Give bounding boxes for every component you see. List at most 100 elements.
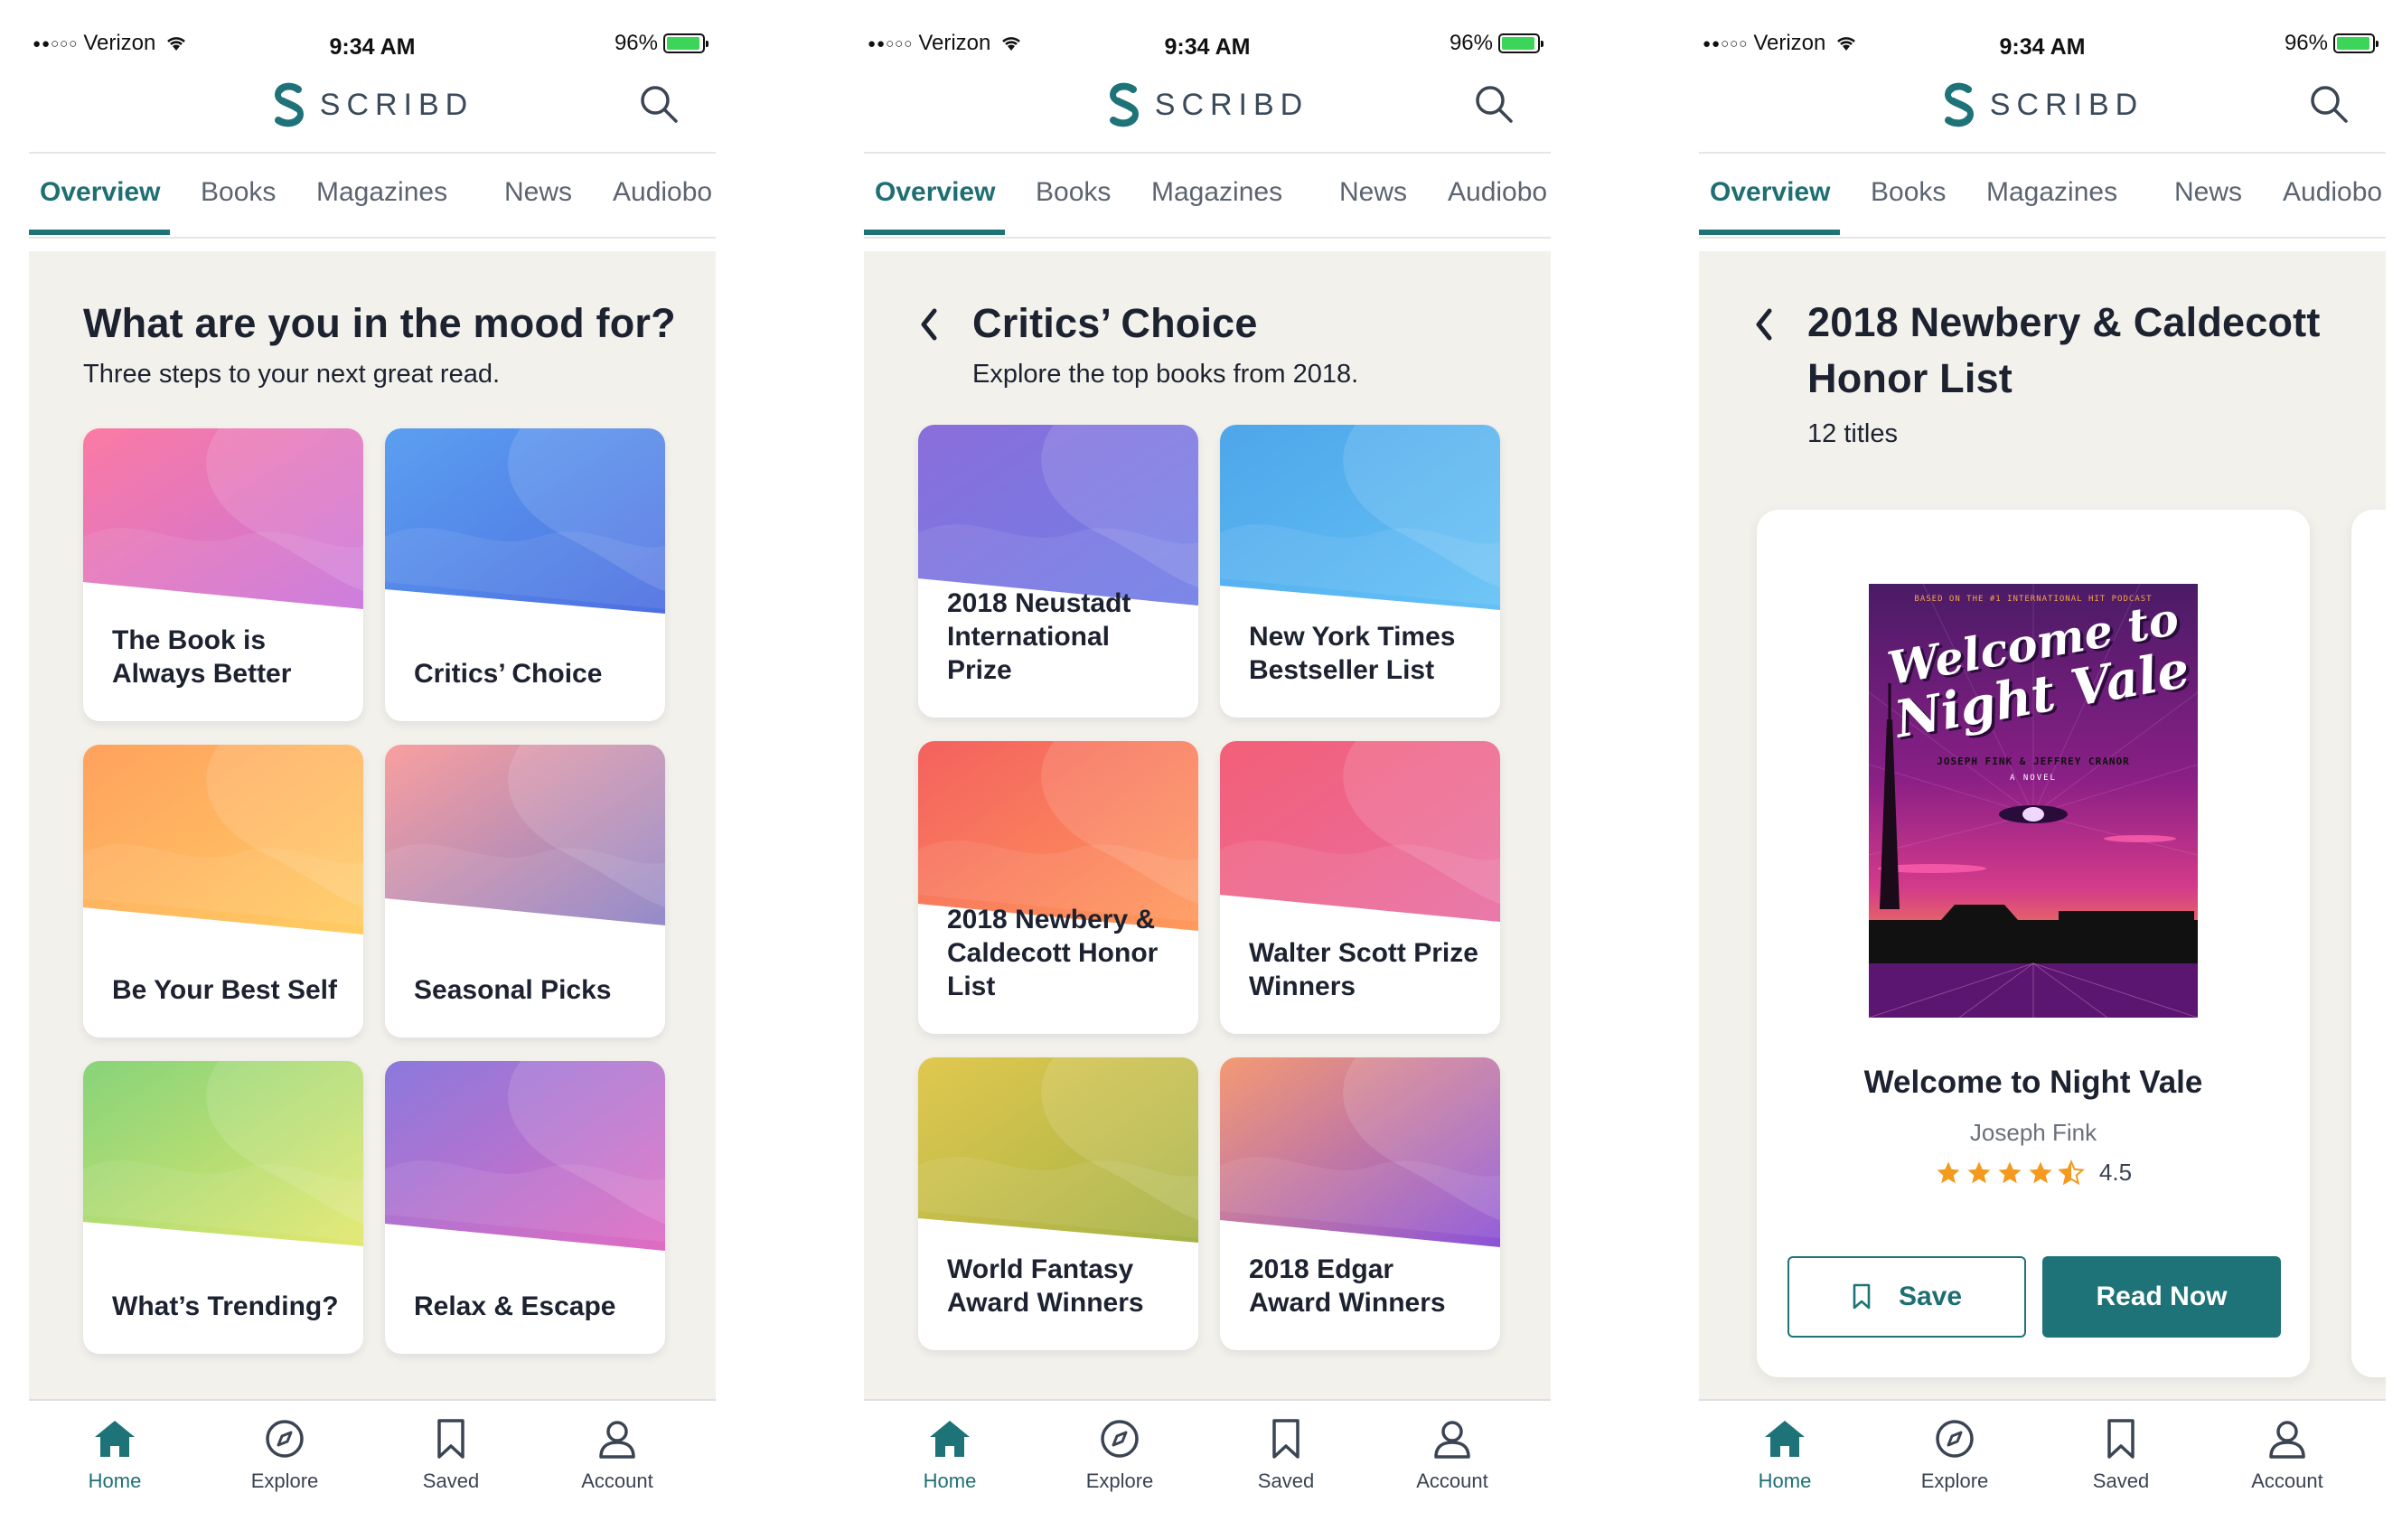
book-author[interactable]: Joseph Fink [1757, 1119, 2310, 1147]
nav-home[interactable]: Home [891, 1417, 1009, 1493]
bottom-nav: Home Explore Saved Account [1699, 1401, 2386, 1540]
category-card[interactable]: 2018 Newbery & Caldecott Honor List [918, 741, 1198, 1034]
nav-home[interactable]: Home [56, 1417, 174, 1493]
tab-bar: Overview Books Magazines News Audiobo [864, 154, 1551, 239]
card-label: New York Times Bestseller List [1249, 622, 1456, 685]
search-button[interactable] [634, 80, 683, 128]
book-cover[interactable]: BASED ON THE #1 INTERNATIONAL HIT PODCAS… [1869, 584, 2198, 1018]
category-card[interactable]: Relax & Escape [385, 1061, 665, 1354]
tab-overview[interactable]: Overview [40, 177, 160, 208]
page-title: Critics’ Choice [972, 300, 1258, 346]
tab-audiobooks[interactable]: Audiobo [1448, 177, 1547, 208]
nav-home[interactable]: Home [1726, 1417, 1844, 1493]
tab-books[interactable]: Books [1871, 177, 1946, 208]
tab-magazines[interactable]: Magazines [316, 177, 447, 208]
tab-bar: Overview Books Magazines News Audiobo [1699, 154, 2386, 239]
book-title[interactable]: Welcome to Night Vale [1757, 1065, 2310, 1101]
scribd-logo[interactable]: SCRIBD [29, 80, 716, 130]
nav-account[interactable]: Account [1393, 1417, 1511, 1493]
bookmark-icon [1272, 1419, 1300, 1459]
category-card[interactable]: Seasonal Picks [385, 745, 665, 1038]
card-label: Critics’ Choice [414, 659, 603, 689]
nav-explore[interactable]: Explore [226, 1417, 343, 1493]
category-card[interactable]: Be Your Best Self [83, 745, 363, 1038]
nav-home-label: Home [88, 1470, 142, 1492]
search-button[interactable] [2304, 80, 2353, 128]
nav-explore-label: Explore [1085, 1470, 1154, 1492]
battery-indicator: 96% [1450, 31, 1543, 56]
nav-saved[interactable]: Saved [392, 1417, 510, 1493]
star-full-icon [1967, 1161, 1991, 1183]
battery-icon [663, 33, 708, 53]
tab-magazines[interactable]: Magazines [1151, 177, 1282, 208]
card-label: Be Your Best Self [112, 975, 337, 1005]
compass-icon [1101, 1420, 1139, 1458]
category-card[interactable]: What’s Trending? [83, 1061, 363, 1354]
card-label: 2018 Neustadt International Prize [947, 588, 1131, 685]
save-button[interactable]: Save [1787, 1256, 2026, 1338]
page-title: 2018 Newbery & Caldecott Honor List [1807, 295, 2321, 407]
tab-overview[interactable]: Overview [1710, 177, 1830, 208]
nav-explore[interactable]: Explore [1061, 1417, 1178, 1493]
category-card[interactable]: World Fantasy Award Winners [918, 1057, 1198, 1350]
tab-books[interactable]: Books [201, 177, 276, 208]
category-card[interactable]: 2018 Neustadt International Prize [918, 425, 1198, 718]
card-label: 2018 Newbery & Caldecott Honor List [947, 905, 1159, 1001]
card-artwork [385, 1061, 665, 1251]
category-card[interactable]: 2018 Edgar Award Winners [1220, 1057, 1500, 1350]
category-card[interactable]: New York Times Bestseller List [1220, 425, 1500, 718]
card-artwork [83, 745, 363, 934]
scribd-logo[interactable]: SCRIBD [864, 80, 1551, 130]
status-bar: ●●○○○ Verizon 9:34 AM 96% [29, 0, 716, 81]
cover-authors: JOSEPH FINK & JEFFREY CRANOR [1937, 756, 2130, 767]
card-artwork [1220, 425, 1500, 610]
scribd-s-icon [274, 82, 304, 127]
brand-name: SCRIBD [1154, 87, 1309, 122]
nav-explore[interactable]: Explore [1896, 1417, 2013, 1493]
page-subtitle: Three steps to your next great read. [83, 360, 501, 389]
tab-news[interactable]: News [1339, 177, 1407, 208]
page-title-line2: Honor List [1807, 355, 2013, 401]
back-chevron-icon[interactable] [915, 304, 942, 345]
nav-saved-label: Saved [1257, 1470, 1315, 1492]
read-now-button[interactable]: Read Now [2042, 1256, 2281, 1338]
scribd-logo[interactable]: SCRIBD [1699, 80, 2386, 130]
nav-account[interactable]: Account [2228, 1417, 2346, 1493]
nav-saved[interactable]: Saved [1227, 1417, 1345, 1493]
tab-news[interactable]: News [2174, 177, 2242, 208]
tab-divider [864, 237, 1551, 239]
card-label: 2018 Edgar Award Winners [1249, 1254, 1446, 1318]
nav-account[interactable]: Account [558, 1417, 676, 1493]
search-icon [1476, 86, 1513, 123]
rating-value: 4.5 [2098, 1159, 2133, 1186]
tab-magazines[interactable]: Magazines [1986, 177, 2117, 208]
tab-overview[interactable]: Overview [875, 177, 995, 208]
category-card[interactable]: Critics’ Choice [385, 428, 665, 721]
nav-saved[interactable]: Saved [2062, 1417, 2180, 1493]
tab-news[interactable]: News [504, 177, 572, 208]
battery-percent: 96% [614, 31, 658, 55]
search-icon [641, 86, 678, 123]
card-artwork [385, 745, 665, 925]
category-card[interactable]: Walter Scott Prize Winners [1220, 741, 1500, 1034]
next-book-card[interactable] [2351, 510, 2386, 1377]
card-label: Seasonal Picks [414, 975, 612, 1005]
page-subtitle: Explore the top books from 2018. [972, 360, 1359, 389]
back-chevron-icon[interactable] [1750, 304, 1777, 345]
card-label: What’s Trending? [112, 1291, 339, 1321]
card-label: The Book is Always Better [112, 625, 292, 689]
search-icon [2311, 86, 2348, 123]
nav-account-label: Account [1416, 1470, 1488, 1492]
tab-audiobooks[interactable]: Audiobo [613, 177, 712, 208]
tab-divider [1699, 237, 2386, 239]
tab-books[interactable]: Books [1036, 177, 1111, 208]
bookmark-icon [1853, 1283, 1871, 1310]
card-artwork [1220, 1057, 1500, 1247]
category-card[interactable]: The Book is Always Better [83, 428, 363, 721]
search-button[interactable] [1469, 80, 1518, 128]
book-card[interactable]: BASED ON THE #1 INTERNATIONAL HIT PODCAS… [1757, 510, 2310, 1377]
nav-explore-label: Explore [250, 1470, 319, 1492]
scribd-s-icon [1944, 82, 1974, 127]
brand-name: SCRIBD [1989, 87, 2144, 122]
tab-audiobooks[interactable]: Audiobo [2283, 177, 2382, 208]
